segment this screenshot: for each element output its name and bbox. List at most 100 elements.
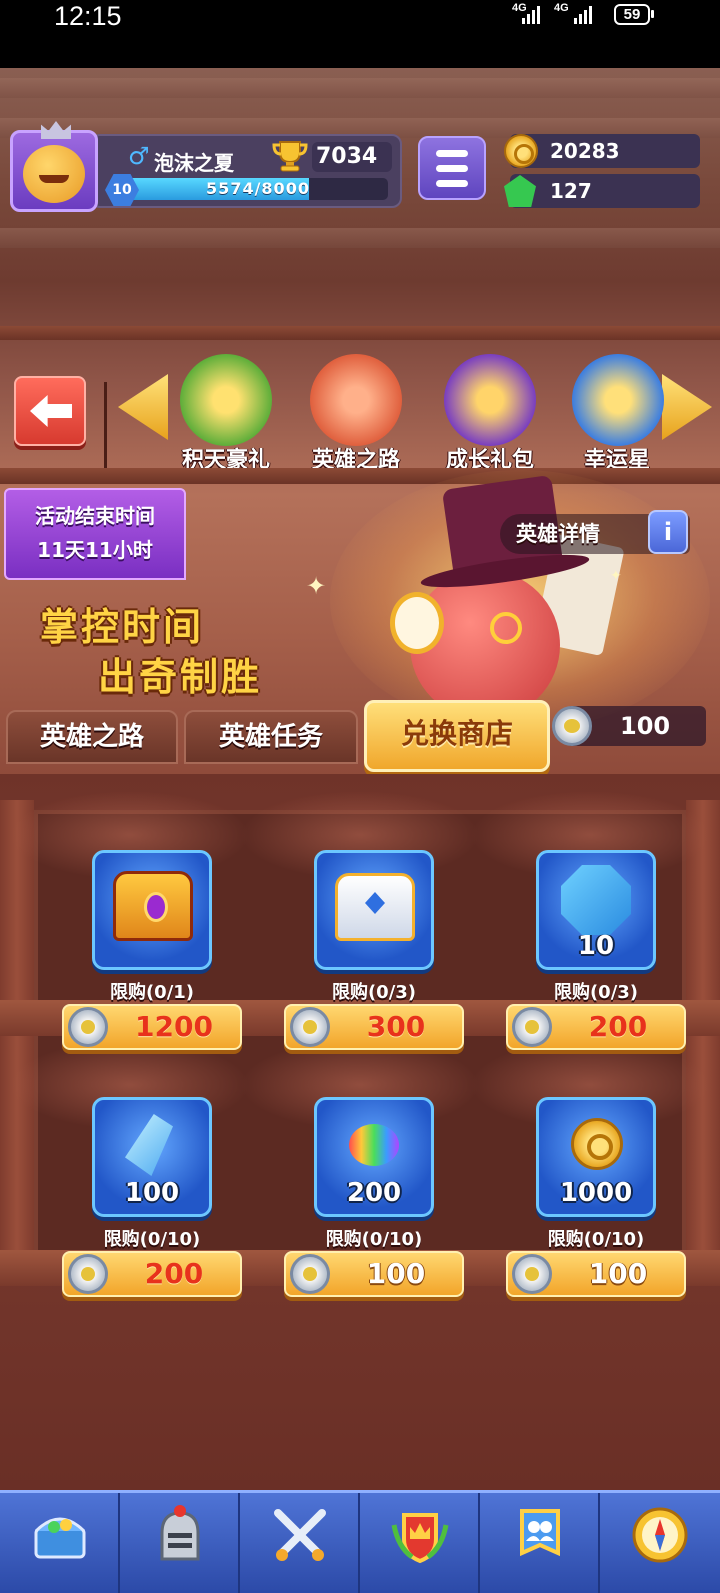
nav-item-heroes[interactable] [120,1493,240,1593]
rune-stone-icon [561,865,631,935]
hero-glasses-art [490,612,522,644]
gem-currency[interactable]: 127 [504,174,700,208]
item-limit: 限购(0/3) [331,982,417,1003]
buy-button[interactable]: 1200 [62,1004,242,1050]
treasure-chest-icon [34,1517,86,1559]
wood-strip [0,468,720,484]
hero-token-icon [512,1007,552,1047]
item-qty: 200 [346,1178,402,1208]
item-frame: 200 [314,1097,434,1217]
token-balance: 100 [552,706,706,746]
tab-label: 英雄任务 [218,722,323,752]
nav-item-ranking[interactable] [360,1493,480,1593]
info-icon: i [663,518,673,546]
avatar[interactable] [10,121,98,212]
back-arrow-icon [30,395,72,427]
tab-label: 兑换商店 [400,717,513,750]
rainbow-bean-icon [349,1124,399,1166]
item-limit: 限购(0/10) [325,1229,423,1250]
guild-banner-icon [520,1509,560,1557]
item-price: 200 [144,1257,204,1290]
item-price: 100 [366,1257,426,1290]
trophy-count: 7034 [312,142,392,172]
signal-icon [522,6,544,24]
buy-button[interactable]: 300 [284,1004,464,1050]
item-limit: 限购(0/10) [103,1229,201,1250]
token-balance-value: 100 [620,712,671,740]
gem-amount: 127 [550,179,592,203]
item-limit: 限购(0/3) [553,982,639,1003]
buy-button[interactable]: 100 [284,1251,464,1297]
gold-currency[interactable]: 20283 [504,134,700,168]
item-frame [314,850,434,970]
avatar-face [23,145,85,203]
treasure-bag-icon [444,354,536,446]
male-gender-icon: ♂ [128,142,150,170]
shop-item-2[interactable]: 10 限购(0/3) 200 [506,850,706,1060]
tab-label: 英雄之路 [39,722,144,752]
xp-text: 5574/8000 [206,179,310,198]
event-item-1[interactable]: 英雄之路 [294,340,418,476]
nav-item-shop[interactable] [0,1493,120,1593]
status-time: 12:15 [54,1,122,31]
nav-item-guild[interactable] [480,1493,600,1593]
item-qty: 100 [124,1178,180,1208]
player-name: 泡沫之夏 [154,151,234,175]
shop-item-3[interactable]: 100 限购(0/10) 200 [62,1097,262,1307]
item-price: 300 [366,1010,426,1043]
status-bar: 12:15 4G 4G 59 [0,0,720,68]
shop-item-4[interactable]: 200 限购(0/10) 100 [284,1097,484,1307]
item-price: 1200 [135,1010,213,1043]
buy-button[interactable]: 200 [506,1004,686,1050]
sparkle-icon: ✦ [610,568,622,584]
tab-hero-tasks[interactable]: 英雄任务 [184,710,358,764]
shop-item-5[interactable]: 1000 限购(0/10) 100 [506,1097,706,1307]
item-limit: 限购(0/10) [547,1229,645,1250]
hero-token-icon [512,1254,552,1294]
crossed-swords-icon [274,1509,326,1561]
menu-button[interactable] [418,136,486,200]
item-price: 100 [588,1257,648,1290]
hero-token-icon [290,1007,330,1047]
item-price: 200 [588,1010,648,1043]
compass-icon [632,1507,688,1563]
pocket-watch-art [390,592,444,654]
tab-exchange-shop[interactable]: 兑换商店 [364,700,550,772]
sparkle-icon: ✦ [306,572,327,600]
shop-item-0[interactable]: 限购(0/1) 1200 [62,850,262,1060]
item-limit: 限购(0/1) [109,982,195,1003]
gold-amount: 20283 [550,139,620,163]
shelf-post [0,800,34,1280]
crown-shield-icon [391,1513,449,1564]
event-timer-banner: 活动结束时间 11天11小时 [4,488,186,580]
back-button[interactable] [14,376,86,446]
hamburger-icon [436,150,468,157]
hero-token-icon [68,1007,108,1047]
event-item-0[interactable]: 积天豪礼 [164,340,288,476]
timer-label: 活动结束时间 [35,504,155,528]
item-frame [92,850,212,970]
slogan-line-1: 掌控时间 [40,605,205,649]
battery-tip [651,10,654,18]
nav-item-battle[interactable] [240,1493,360,1593]
buy-button[interactable]: 100 [506,1251,686,1297]
blue-crystal-icon [125,1114,173,1176]
info-button[interactable]: i [648,510,688,554]
bottom-nav [0,1490,720,1593]
event-item-3[interactable]: 幸运星 [556,340,664,476]
lucky-star-icon [572,354,664,446]
item-frame: 1000 [536,1097,656,1217]
nav-item-explore[interactable] [600,1493,720,1593]
battery-icon: 59 [614,4,650,25]
hero-details-label: 英雄详情 [516,522,600,546]
event-item-2[interactable]: 成长礼包 [428,340,552,476]
network-type-2: 4G [554,2,569,14]
gold-coin-icon [504,134,538,168]
knight-helmet-icon [160,1505,200,1561]
shop-item-1[interactable]: 限购(0/3) 300 [284,850,484,1060]
xp-bar: 5574/8000 [128,178,388,200]
wood-strip [0,326,720,340]
tab-hero-road[interactable]: 英雄之路 [6,710,178,764]
buy-button[interactable]: 200 [62,1251,242,1297]
golden-chest-icon [113,871,193,941]
